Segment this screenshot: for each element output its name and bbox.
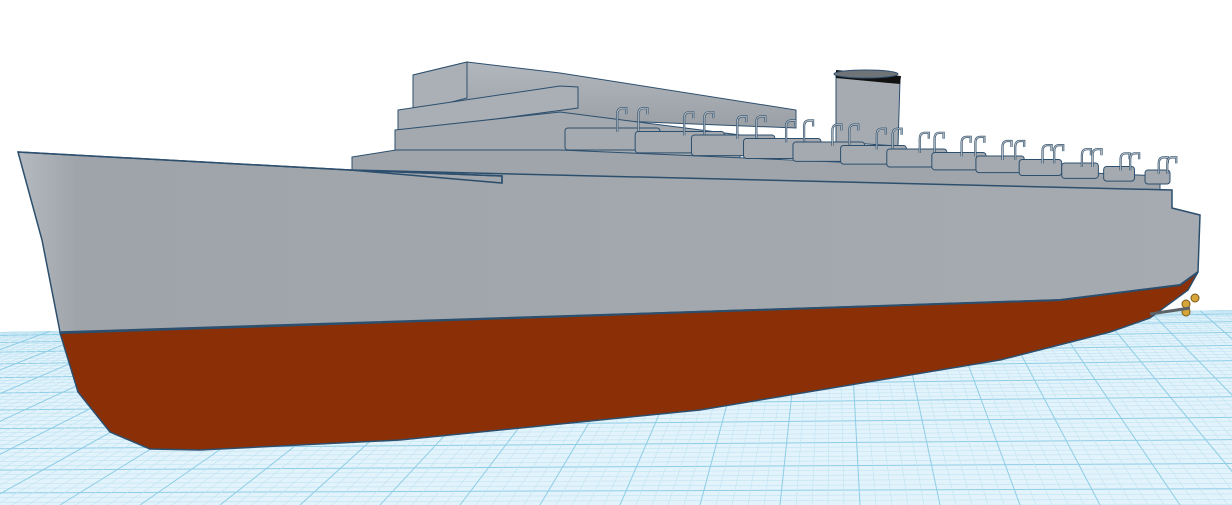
propeller[interactable]: [1190, 293, 1200, 303]
lifeboat-hull: [975, 155, 1025, 174]
lifeboat[interactable]: [1103, 152, 1141, 182]
scene-canvas[interactable]: [0, 0, 1232, 505]
funnel[interactable]: [833, 69, 901, 147]
lifeboat[interactable]: [1018, 144, 1065, 176]
lifeboat[interactable]: [975, 139, 1026, 174]
lifeboat[interactable]: [1144, 156, 1178, 185]
3d-viewport[interactable]: [0, 0, 1232, 505]
lifeboat[interactable]: [1061, 148, 1103, 179]
